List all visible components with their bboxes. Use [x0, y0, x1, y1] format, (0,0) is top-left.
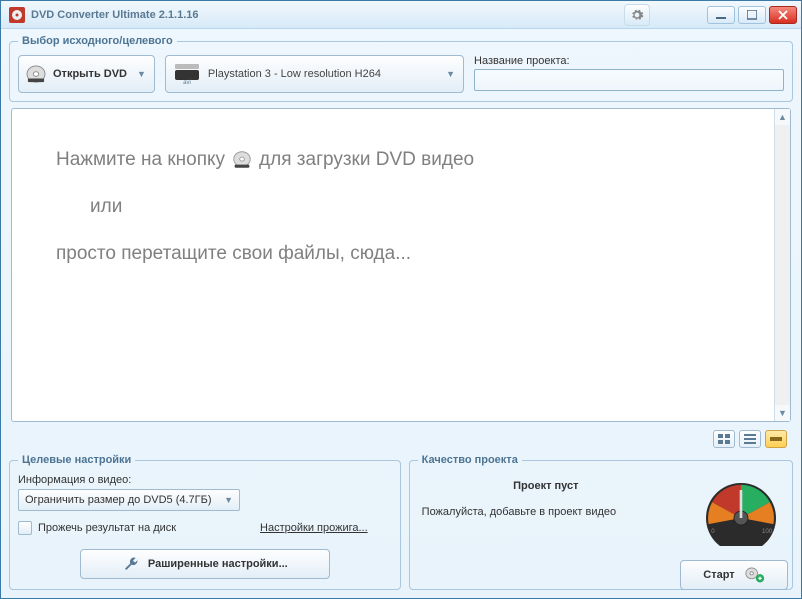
scroll-track[interactable]	[775, 125, 790, 405]
playstation-icon: avi	[174, 63, 200, 85]
drop-placeholder: Нажмите на кнопку для загрузки DVD видео…	[12, 109, 774, 421]
titlebar: DVD Converter Ultimate 2.1.1.16	[1, 1, 801, 29]
window-title: DVD Converter Ultimate 2.1.1.16	[31, 9, 624, 21]
scroll-up-icon[interactable]: ▲	[775, 109, 790, 125]
target-settings-group: Целевые настройки Информация о видео: Ог…	[9, 454, 401, 590]
profile-select[interactable]: avi Playstation 3 - Low resolution H264 …	[165, 55, 464, 93]
placeholder-text-1a: Нажмите на кнопку	[56, 149, 225, 172]
placeholder-text-1b: для загрузки DVD видео	[259, 149, 474, 172]
system-buttons	[624, 4, 797, 26]
start-button[interactable]: Старт	[680, 560, 788, 590]
placeholder-or: или	[90, 196, 734, 219]
chevron-down-icon: ▼	[446, 69, 455, 79]
view-list-button[interactable]	[739, 430, 761, 448]
view-mode-buttons	[9, 428, 793, 448]
dvd-disc-icon	[231, 150, 253, 170]
svg-text:0: 0	[711, 528, 715, 535]
convert-icon	[745, 566, 765, 584]
project-name-input[interactable]	[474, 69, 784, 91]
svg-text:100: 100	[762, 528, 773, 535]
bottom-panels: Целевые настройки Информация о видео: Ог…	[9, 454, 793, 590]
settings-button[interactable]	[624, 4, 650, 26]
burn-settings-link[interactable]: Настройки прожига...	[260, 522, 368, 534]
advanced-settings-label: Раширенные настройки...	[148, 558, 288, 570]
source-target-row: Открыть DVD ▼ avi Playstation 3 - Low re…	[18, 55, 784, 93]
quality-gauge-icon: 0 100	[696, 476, 786, 546]
target-settings-legend: Целевые настройки	[18, 454, 135, 466]
grid-icon	[718, 434, 730, 444]
project-name-block: Название проекта:	[474, 55, 784, 91]
dvd-disc-icon	[25, 65, 47, 83]
drop-area[interactable]: Нажмите на кнопку для загрузки DVD видео…	[11, 108, 791, 422]
size-limit-select[interactable]: Ограничить размер до DVD5 (4.7ГБ) ▼	[18, 489, 240, 511]
view-grid-button[interactable]	[713, 430, 735, 448]
project-name-label: Название проекта:	[474, 55, 784, 67]
quality-group: Качество проекта Проект пуст Пожалуйста,…	[409, 454, 793, 590]
scroll-down-icon[interactable]: ▼	[775, 405, 790, 421]
detail-icon	[770, 434, 782, 444]
placeholder-text-2: просто перетащите свои файлы, сюда...	[56, 243, 734, 266]
minimize-button[interactable]	[707, 6, 735, 24]
burn-label: Прожечь результат на диск	[38, 522, 176, 534]
chevron-down-icon: ▼	[137, 69, 146, 79]
advanced-settings-button[interactable]: Раширенные настройки...	[80, 549, 330, 579]
app-window: DVD Converter Ultimate 2.1.1.16 Выбор ис…	[0, 0, 802, 599]
video-info-label: Информация о видео:	[18, 474, 392, 486]
burn-row: Прожечь результат на диск Настройки прож…	[18, 521, 392, 535]
view-detail-button[interactable]	[765, 430, 787, 448]
maximize-icon	[747, 10, 757, 20]
close-icon	[778, 10, 788, 20]
burn-checkbox[interactable]	[18, 521, 32, 535]
open-dvd-button[interactable]: Открыть DVD ▼	[18, 55, 155, 93]
app-icon	[9, 7, 25, 23]
profile-label: Playstation 3 - Low resolution H264	[208, 68, 381, 80]
project-empty-title: Проект пуст	[418, 480, 674, 492]
maximize-button[interactable]	[738, 6, 766, 24]
close-button[interactable]	[769, 6, 797, 24]
start-label: Старт	[703, 569, 734, 581]
gear-icon	[630, 8, 644, 22]
content-area: Выбор исходного/целевого Открыть DVD ▼ a…	[1, 29, 801, 598]
size-limit-value: Ограничить размер до DVD5 (4.7ГБ)	[25, 494, 212, 506]
list-icon	[744, 434, 756, 444]
open-dvd-label: Открыть DVD	[53, 68, 127, 80]
minimize-icon	[716, 10, 726, 20]
source-target-legend: Выбор исходного/целевого	[18, 35, 177, 47]
vertical-scrollbar[interactable]: ▲ ▼	[774, 109, 790, 421]
chevron-down-icon: ▼	[224, 495, 233, 505]
quality-legend: Качество проекта	[418, 454, 522, 466]
source-target-group: Выбор исходного/целевого Открыть DVD ▼ a…	[9, 35, 793, 102]
wrench-icon	[122, 556, 140, 572]
svg-text:avi: avi	[183, 80, 191, 85]
